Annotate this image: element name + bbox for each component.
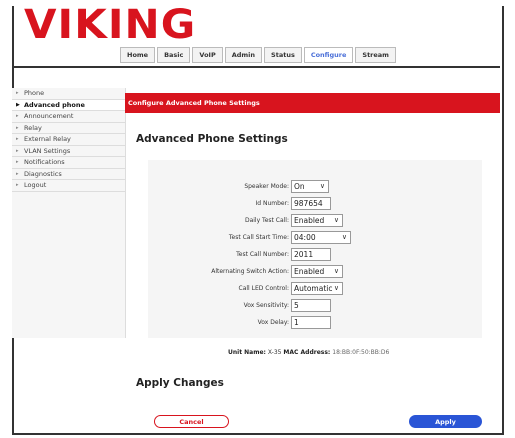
form-row-test-call-start-time: Test Call Start Time: 04:00	[148, 231, 482, 247]
id-number-input[interactable]: 987654	[291, 197, 331, 210]
test-call-number-input[interactable]: 2011	[291, 248, 331, 261]
tab-admin[interactable]: Admin	[224, 47, 263, 63]
field-label: Daily Test Call:	[244, 217, 289, 224]
vox-sensitivity-input[interactable]: 5	[291, 299, 331, 312]
sidebar-item-relay[interactable]: Relay	[12, 123, 125, 134]
sidebar-item-advanced-phone[interactable]: Advanced phone	[12, 99, 125, 111]
tab-configure[interactable]: Configure	[303, 47, 354, 63]
form-row-call-led-control: Call LED Control: Automatic	[148, 282, 482, 298]
page-title: Advanced Phone Settings	[136, 133, 288, 145]
viking-logo: VIKING	[24, 2, 197, 48]
form-row-vox-delay: Vox Delay: 1	[148, 316, 482, 332]
form-row-speaker-mode: Speaker Mode: On	[148, 180, 482, 196]
test-call-start-time-select[interactable]: 04:00	[291, 231, 351, 244]
apply-button[interactable]: Apply	[409, 415, 482, 428]
tab-stream[interactable]: Stream	[355, 47, 396, 63]
unit-info: Unit Name: X-35 MAC Address: 18:BB:0F:50…	[228, 349, 389, 356]
vox-delay-input[interactable]: 1	[291, 316, 331, 329]
field-label: Vox Sensitivity:	[243, 302, 289, 309]
alternating-switch-action-select[interactable]: Enabled	[291, 265, 343, 278]
sidebar: Phone Advanced phone Announcement Relay …	[12, 88, 126, 338]
cancel-button[interactable]: Cancel	[154, 415, 229, 428]
tab-voip[interactable]: VoIP	[192, 47, 223, 63]
unit-name-value: X-35	[267, 349, 282, 356]
tab-basic[interactable]: Basic	[157, 47, 191, 63]
field-label: Call LED Control:	[238, 285, 289, 292]
field-label: Vox Delay:	[257, 319, 289, 326]
tab-status[interactable]: Status	[264, 47, 302, 63]
form-row-vox-sensitivity: Vox Sensitivity: 5	[148, 299, 482, 315]
settings-form: Speaker Mode: On Id Number: 987654 Daily…	[148, 160, 482, 338]
field-label: Speaker Mode:	[244, 183, 289, 190]
sidebar-item-diagnostics[interactable]: Diagnostics	[12, 169, 125, 180]
page-banner-text: Configure Advanced Phone Settings	[128, 99, 260, 107]
top-nav-tabs: Home Basic VoIP Admin Status Configure S…	[120, 47, 396, 63]
form-row-test-call-number: Test Call Number: 2011	[148, 248, 482, 264]
call-led-control-select[interactable]: Automatic	[291, 282, 343, 295]
mac-address-value: 18:BB:0F:50:BB:D6	[332, 349, 390, 356]
field-label: Alternating Switch Action:	[211, 268, 289, 275]
mac-address-label: MAC Address:	[283, 349, 331, 356]
sidebar-item-vlan-settings[interactable]: VLAN Settings	[12, 146, 125, 157]
page-banner: Configure Advanced Phone Settings	[125, 93, 500, 113]
form-row-alternating-switch-action: Alternating Switch Action: Enabled	[148, 265, 482, 281]
form-row-id-number: Id Number: 987654	[148, 197, 482, 213]
header-divider	[12, 66, 500, 68]
form-row-daily-test-call: Daily Test Call: Enabled	[148, 214, 482, 230]
sidebar-item-notifications[interactable]: Notifications	[12, 157, 125, 169]
speaker-mode-select[interactable]: On	[291, 180, 329, 193]
field-label: Test Call Start Time:	[228, 234, 289, 241]
sidebar-item-logout[interactable]: Logout	[12, 180, 125, 192]
daily-test-call-select[interactable]: Enabled	[291, 214, 343, 227]
field-label: Id Number:	[255, 200, 289, 207]
unit-name-label: Unit Name:	[228, 349, 266, 356]
sidebar-item-announcement[interactable]: Announcement	[12, 111, 125, 123]
sidebar-item-phone[interactable]: Phone	[12, 88, 125, 100]
tab-home[interactable]: Home	[120, 47, 156, 63]
field-label: Test Call Number:	[236, 251, 289, 258]
apply-changes-title: Apply Changes	[136, 377, 224, 389]
sidebar-item-external-relay[interactable]: External Relay	[12, 134, 125, 146]
